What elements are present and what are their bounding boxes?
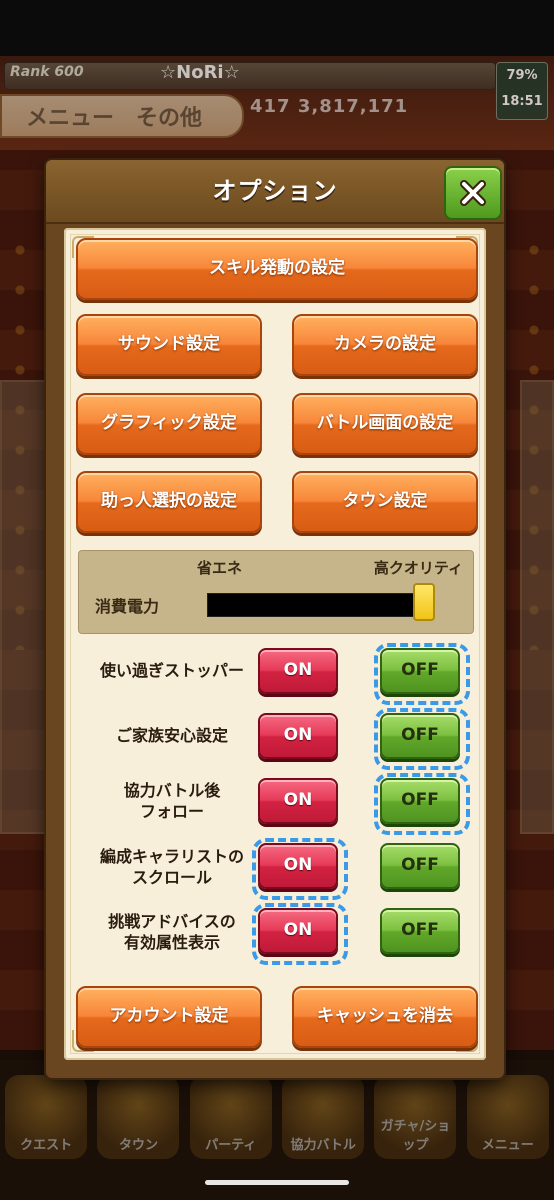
battery-label: 79% (506, 68, 538, 83)
dialog-title: オプション (212, 177, 338, 205)
toggle-label-attribute-advice: 挑戦アドバイスの 有効属性表示 (108, 912, 236, 952)
power-consumption-label: 消費電力 (95, 597, 160, 616)
nav-gacha-shop: ガチャ/ショップ (374, 1075, 457, 1159)
party-scroll-off-button[interactable]: OFF (380, 843, 460, 889)
toggle-label-coop-follow: 協力バトル後 フォロー (123, 781, 221, 821)
overuse-stopper-on-button[interactable]: ON (258, 648, 338, 694)
clock-label: 18:51 (501, 94, 543, 109)
background-panel-left (0, 380, 50, 834)
overuse-stopper-off-button[interactable]: OFF (380, 648, 460, 694)
sound-settings-button[interactable]: サウンド設定 (76, 314, 262, 376)
power-high-label: 高クオリティ (373, 559, 463, 577)
attribute-advice-off-button[interactable]: OFF (380, 908, 460, 954)
graphic-settings-button[interactable]: グラフィック設定 (76, 393, 262, 455)
nav-town: タウン (97, 1075, 180, 1159)
options-dialog: オプション スキル発動の設定 サウンド設定 カメラの設定 グラフィック設定 バト… (46, 160, 504, 1078)
close-x-icon (460, 180, 486, 206)
power-slider-handle[interactable] (413, 583, 435, 621)
clear-cache-button[interactable]: キャッシュを消去 (292, 986, 478, 1048)
coop-follow-off-button[interactable]: OFF (380, 778, 460, 824)
rank-label: Rank 600 (10, 64, 84, 80)
power-consumption-panel: 省エネ 高クオリティ 消費電力 (78, 550, 474, 634)
helper-select-settings-button[interactable]: 助っ人選択の設定 (76, 471, 262, 533)
skill-settings-button[interactable]: スキル発動の設定 (76, 238, 478, 300)
nav-menu: メニュー (466, 1075, 549, 1159)
town-settings-button[interactable]: タウン設定 (292, 471, 478, 533)
power-slider-track[interactable] (207, 593, 435, 617)
family-safety-on-button[interactable]: ON (258, 713, 338, 759)
background-panel-right (520, 380, 554, 834)
nav-quest: クエスト (5, 1075, 88, 1159)
nav-party: パーティ (189, 1075, 272, 1159)
attribute-advice-on-button[interactable]: ON (258, 908, 338, 954)
family-safety-off-button[interactable]: OFF (380, 713, 460, 759)
home-indicator[interactable] (205, 1180, 349, 1185)
player-name: ☆NoRi☆ (160, 62, 240, 83)
bottom-nav: クエスト タウン パーティ 協力バトル ガチャ/ショップ メニュー (0, 1075, 554, 1165)
camera-settings-button[interactable]: カメラの設定 (292, 314, 478, 376)
dialog-body: スキル発動の設定 サウンド設定 カメラの設定 グラフィック設定 バトル画面の設定… (64, 228, 486, 1060)
status-clock: 79% 18:51 (496, 62, 548, 120)
menu-tab-label: メニュー その他 (26, 106, 203, 131)
power-low-label: 省エネ (197, 559, 243, 577)
toggle-label-party-scroll: 編成キャラリストの スクロール (99, 847, 244, 887)
currency-values: 417 3,817,171 (250, 96, 409, 117)
close-button[interactable] (444, 166, 502, 220)
account-settings-button[interactable]: アカウント設定 (76, 986, 262, 1048)
party-scroll-on-button[interactable]: ON (258, 843, 338, 889)
toggle-label-overuse-stopper: 使い過ぎストッパー (99, 661, 244, 680)
toggle-label-family-safety: ご家族安心設定 (115, 726, 228, 745)
nav-coop-battle: 協力バトル (282, 1075, 365, 1159)
coop-follow-on-button[interactable]: ON (258, 778, 338, 824)
battle-screen-settings-button[interactable]: バトル画面の設定 (292, 393, 478, 455)
